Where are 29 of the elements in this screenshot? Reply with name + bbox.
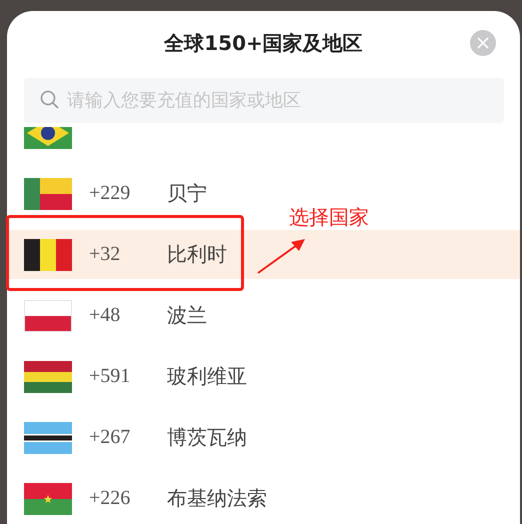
country-name: 贝宁 [167,180,207,207]
dial-code: +229 [89,182,132,205]
country-name: 波兰 [167,302,207,329]
annotation-label: 选择国家 [289,204,369,231]
dial-code: +591 [89,365,132,388]
country-row[interactable]: +48 波兰 [7,285,215,346]
close-icon [477,37,489,49]
flag-icon [24,300,72,332]
sheet-title: 全球150+国家及地区 [164,30,363,56]
dial-code: +32 [89,243,122,266]
flag-icon [24,360,72,392]
country-row[interactable]: +267 博茨瓦纳 [7,407,255,468]
country-row[interactable]: +229 贝宁 [7,163,215,224]
dial-code: +267 [89,426,132,449]
flag-icon [24,238,72,270]
search-icon [40,90,60,110]
arrow-icon [257,238,307,274]
country-name: 比利时 [167,241,227,268]
country-row[interactable]: +226 布基纳法索 [7,468,275,524]
country-name: 布基纳法索 [167,485,267,512]
flag-icon [24,178,72,210]
dial-code: +226 [89,487,132,510]
country-row[interactable]: +32 比利时 [7,230,520,279]
country-row[interactable]: +591 玻利维亚 [7,346,255,407]
country-name: 博茨瓦纳 [167,424,247,451]
dial-code: +48 [89,304,122,327]
flag-icon [24,422,72,454]
country-name: 玻利维亚 [167,363,247,390]
flag-icon [24,482,72,514]
